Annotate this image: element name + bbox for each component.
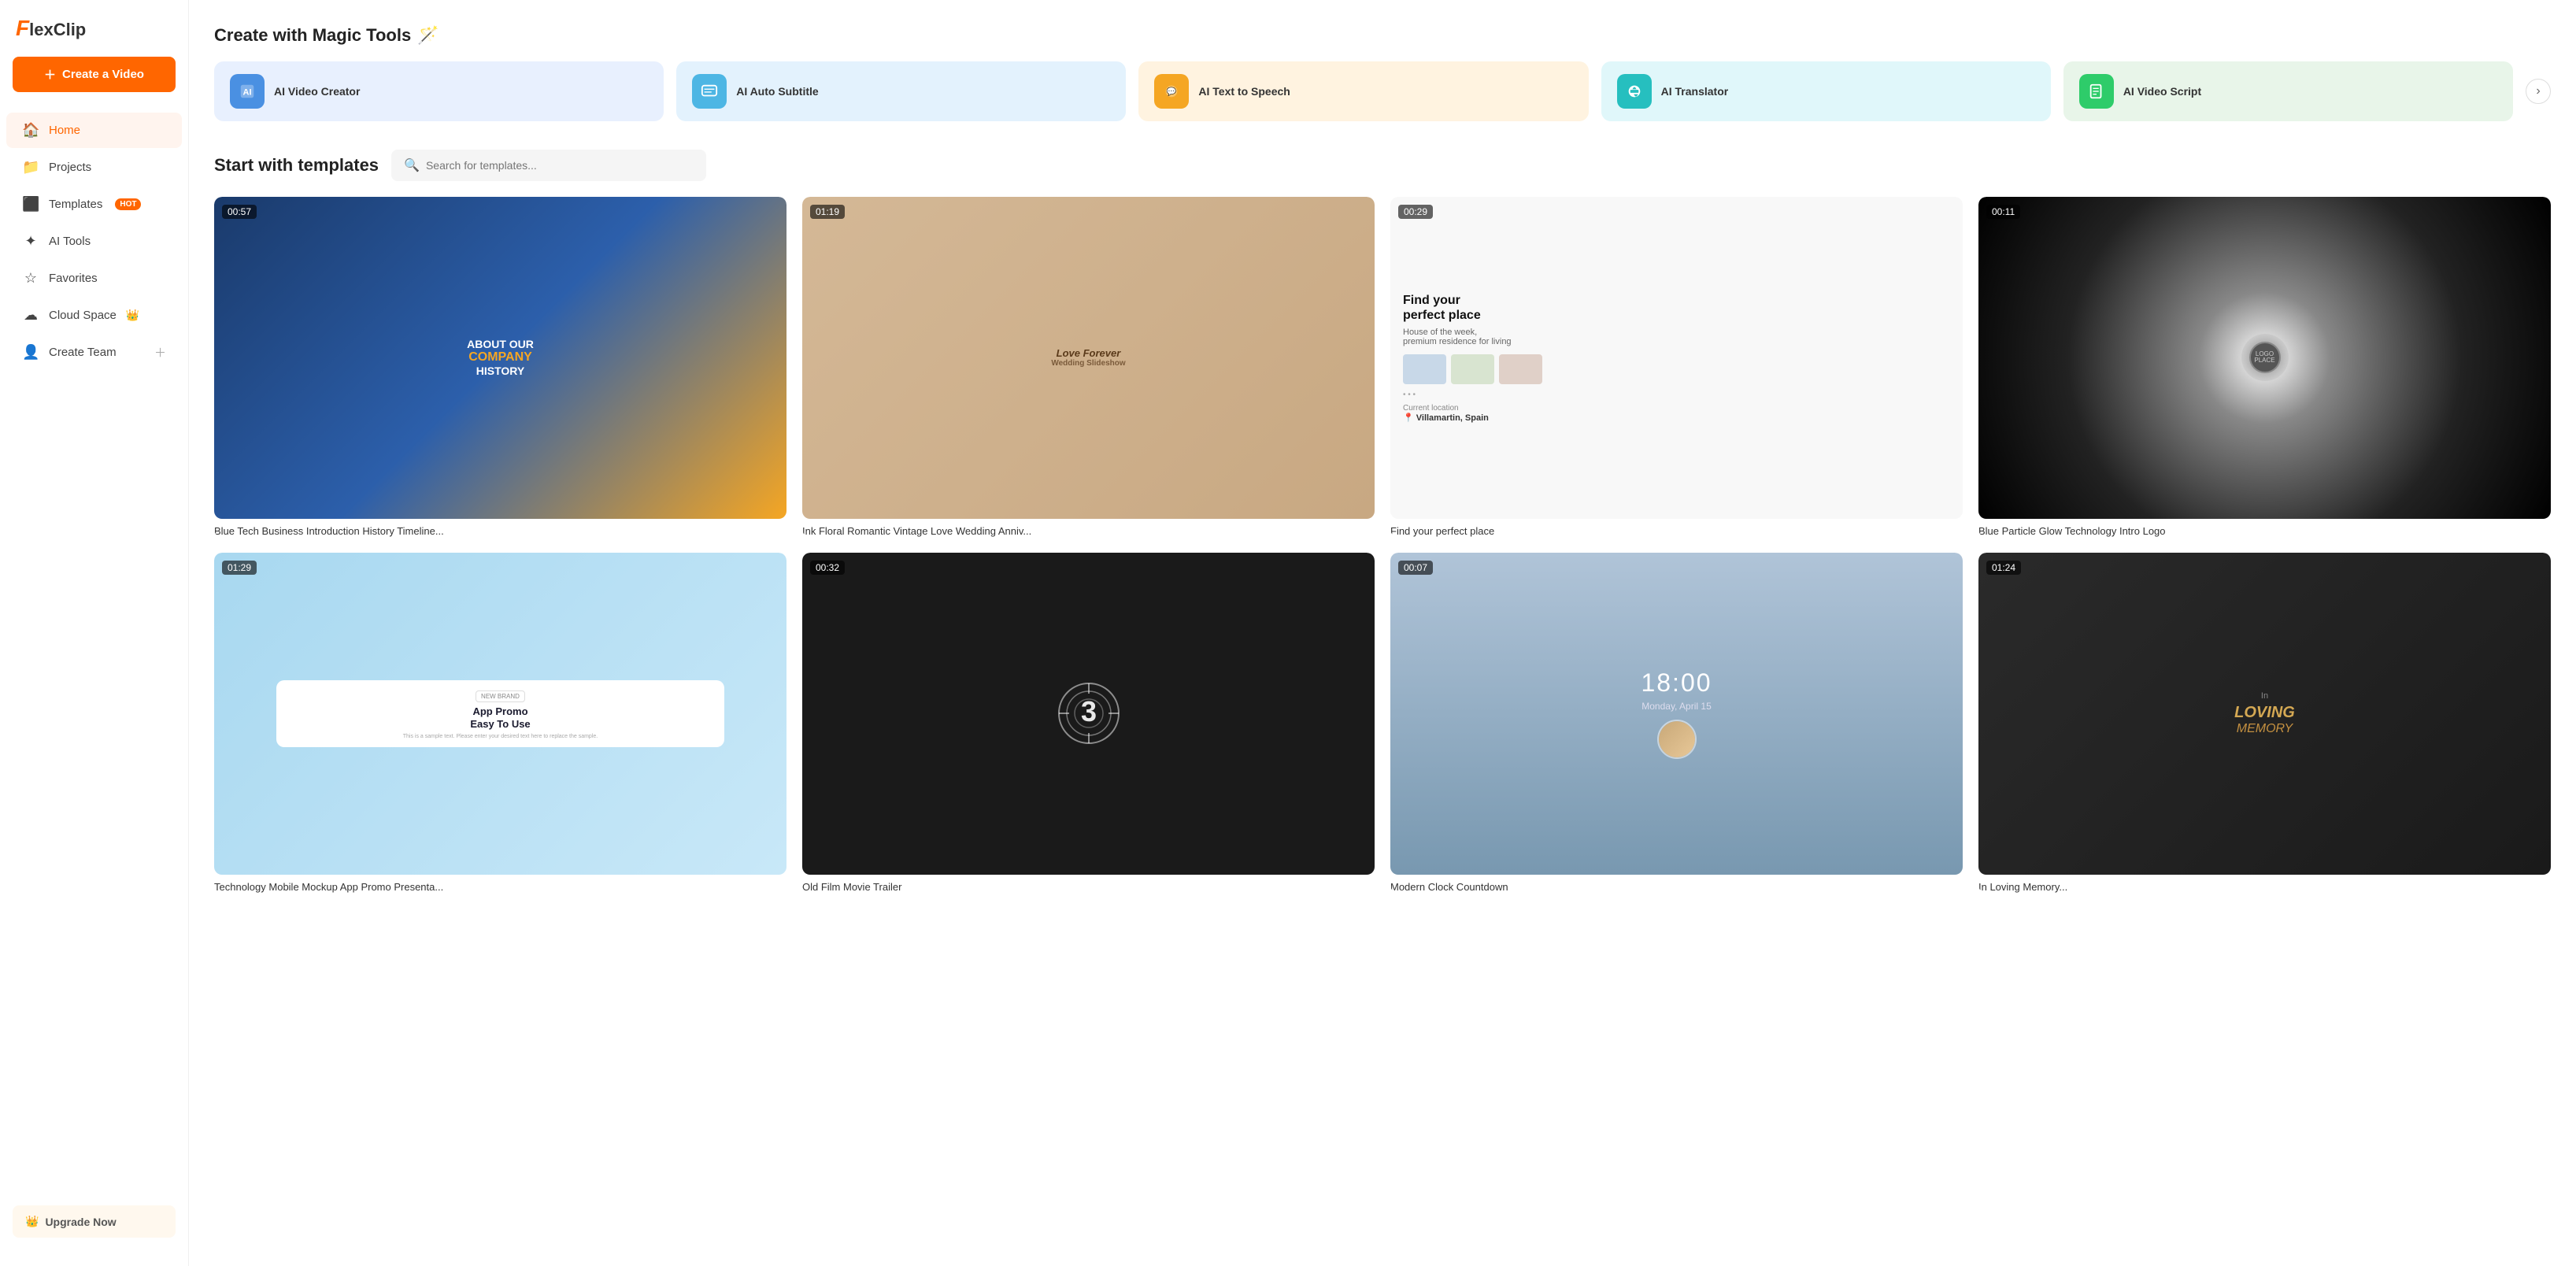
- search-icon: 🔍: [404, 157, 420, 173]
- ai-tools-icon: ✦: [22, 233, 39, 250]
- ai-video-script-icon: [2079, 74, 2114, 109]
- logo: FlexClip: [0, 16, 188, 57]
- template-search-input[interactable]: [426, 159, 694, 172]
- magic-tools-title: Create with Magic Tools 🪄: [214, 25, 2551, 46]
- sidebar-nav: 🏠 Home 📁 Projects ⬛ Templates HOT ✦ AI T…: [0, 111, 188, 372]
- template-search-box[interactable]: 🔍: [391, 150, 706, 181]
- template-duration-clock: 00:07: [1398, 561, 1433, 575]
- ai-translator-card[interactable]: AI Translator: [1601, 61, 2051, 121]
- sidebar-item-create-team[interactable]: 👤 Create Team ＋: [6, 335, 182, 370]
- ai-video-creator-card[interactable]: AI AI Video Creator: [214, 61, 664, 121]
- svg-text:💬: 💬: [1167, 87, 1177, 97]
- template-title-particle: Blue Particle Glow Technology Intro Logo: [1978, 525, 2551, 537]
- create-video-button[interactable]: ＋ Create a Video: [13, 57, 176, 92]
- template-thumb-real-estate: Find yourperfect place House of the week…: [1390, 197, 1963, 519]
- sidebar: FlexClip ＋ Create a Video 🏠 Home 📁 Proje…: [0, 0, 189, 1266]
- ai-auto-subtitle-icon: [692, 74, 727, 109]
- template-card-wedding[interactable]: Love Forever Wedding Slideshow 01:19 Ink…: [802, 197, 1375, 537]
- template-card-clock[interactable]: 18:00 Monday, April 15 00:07 Modern Cloc…: [1390, 553, 1963, 893]
- sidebar-item-home[interactable]: 🏠 Home: [6, 113, 182, 148]
- sidebar-item-ai-tools[interactable]: ✦ AI Tools: [6, 224, 182, 259]
- projects-icon: 📁: [22, 159, 39, 176]
- ai-auto-subtitle-label: AI Auto Subtitle: [736, 85, 818, 98]
- crown-icon: 👑: [126, 309, 139, 322]
- chevron-right-icon: ›: [2536, 84, 2540, 98]
- template-card-particle[interactable]: LOGOPLACE 00:11 Blue Particle Glow Techn…: [1978, 197, 2551, 537]
- template-duration-real-estate: 00:29: [1398, 205, 1433, 219]
- cloud-icon: ☁: [22, 307, 39, 324]
- team-icon: 👤: [22, 344, 39, 361]
- ai-text-to-speech-label: AI Text to Speech: [1198, 85, 1290, 98]
- template-thumb-wedding: Love Forever Wedding Slideshow 01:19: [802, 197, 1375, 519]
- template-duration-wedding: 01:19: [810, 205, 845, 219]
- template-thumb-memorial: In LOVING MEMORY 01:24: [1978, 553, 2551, 875]
- create-button-label: Create a Video: [62, 68, 144, 81]
- template-duration-film: 00:32: [810, 561, 845, 575]
- logo-text: FlexClip: [16, 16, 86, 41]
- home-label: Home: [49, 124, 80, 137]
- template-title-memorial: In Loving Memory...: [1978, 881, 2551, 893]
- template-title-film: Old Film Movie Trailer: [802, 881, 1375, 893]
- upgrade-button[interactable]: 👑 Upgrade Now: [13, 1205, 176, 1238]
- template-thumb-app-promo: NEW BRAND App PromoEasy To Use This is a…: [214, 553, 786, 875]
- template-title-clock: Modern Clock Countdown: [1390, 881, 1963, 893]
- sidebar-item-cloud-space[interactable]: ☁ Cloud Space 👑: [6, 298, 182, 333]
- plus-icon: ＋: [44, 66, 56, 83]
- ai-video-creator-label: AI Video Creator: [274, 85, 360, 98]
- template-thumb-blue-tech: ABOUT OUR COMPANY HISTORY 00:57: [214, 197, 786, 519]
- templates-header: Start with templates 🔍: [214, 150, 2551, 181]
- hot-badge: HOT: [115, 198, 141, 210]
- template-duration-blue-tech: 00:57: [222, 205, 257, 219]
- ai-auto-subtitle-card[interactable]: AI Auto Subtitle: [676, 61, 1126, 121]
- crown-upgrade-icon: 👑: [25, 1215, 39, 1228]
- ai-video-creator-icon: AI: [230, 74, 265, 109]
- ai-tools-label: AI Tools: [49, 235, 91, 248]
- ai-translator-icon: [1617, 74, 1652, 109]
- magic-tools-title-text: Create with Magic Tools: [214, 25, 411, 46]
- add-team-icon: ＋: [154, 344, 166, 361]
- template-thumb-film: 3 00:32: [802, 553, 1375, 875]
- template-card-film[interactable]: 3 00:32 Old Film Movie Trailer: [802, 553, 1375, 893]
- sidebar-item-favorites[interactable]: ☆ Favorites: [6, 261, 182, 296]
- svg-text:3: 3: [1080, 695, 1096, 727]
- svg-text:AI: AI: [243, 88, 252, 98]
- ai-video-script-card[interactable]: AI Video Script: [2063, 61, 2513, 121]
- template-card-app-promo[interactable]: NEW BRAND App PromoEasy To Use This is a…: [214, 553, 786, 893]
- templates-section-title: Start with templates: [214, 155, 379, 176]
- upgrade-label: Upgrade Now: [45, 1216, 116, 1228]
- template-thumb-particle: LOGOPLACE 00:11: [1978, 197, 2551, 519]
- ai-translator-label: AI Translator: [1661, 85, 1729, 98]
- template-title-blue-tech: Blue Tech Business Introduction History …: [214, 525, 786, 537]
- template-title-wedding: Ink Floral Romantic Vintage Love Wedding…: [802, 525, 1375, 537]
- template-thumb-clock: 18:00 Monday, April 15 00:07: [1390, 553, 1963, 875]
- template-card-real-estate[interactable]: Find yourperfect place House of the week…: [1390, 197, 1963, 537]
- template-duration-memorial: 01:24: [1986, 561, 2021, 575]
- magic-tools-row: AI AI Video Creator AI Auto Subtitle 💬 A…: [214, 61, 2551, 121]
- template-card-memorial[interactable]: In LOVING MEMORY 01:24 In Loving Memory.…: [1978, 553, 2551, 893]
- magic-wand-icon: 🪄: [417, 25, 439, 46]
- templates-icon: ⬛: [22, 196, 39, 213]
- template-title-real-estate: Find your perfect place: [1390, 525, 1963, 537]
- cloud-label: Cloud Space: [49, 309, 117, 322]
- ai-video-script-label: AI Video Script: [2123, 85, 2201, 98]
- main-content: Create with Magic Tools 🪄 AI AI Video Cr…: [189, 0, 2576, 1266]
- ai-text-to-speech-icon: 💬: [1154, 74, 1189, 109]
- sidebar-item-projects[interactable]: 📁 Projects: [6, 150, 182, 185]
- template-duration-app-promo: 01:29: [222, 561, 257, 575]
- sidebar-item-templates[interactable]: ⬛ Templates HOT: [6, 187, 182, 222]
- team-label: Create Team: [49, 346, 117, 359]
- favorites-label: Favorites: [49, 272, 98, 285]
- favorites-icon: ☆: [22, 270, 39, 287]
- templates-label: Templates: [49, 198, 102, 211]
- home-icon: 🏠: [22, 122, 39, 139]
- template-title-app-promo: Technology Mobile Mockup App Promo Prese…: [214, 881, 786, 893]
- sidebar-bottom: 👑 Upgrade Now: [0, 1193, 188, 1250]
- ai-text-to-speech-card[interactable]: 💬 AI Text to Speech: [1138, 61, 1588, 121]
- template-duration-particle: 00:11: [1986, 205, 2020, 219]
- templates-grid: ABOUT OUR COMPANY HISTORY 00:57 Blue Tec…: [214, 197, 2551, 893]
- projects-label: Projects: [49, 161, 91, 174]
- template-card-blue-tech[interactable]: ABOUT OUR COMPANY HISTORY 00:57 Blue Tec…: [214, 197, 786, 537]
- scroll-right-button[interactable]: ›: [2526, 79, 2551, 104]
